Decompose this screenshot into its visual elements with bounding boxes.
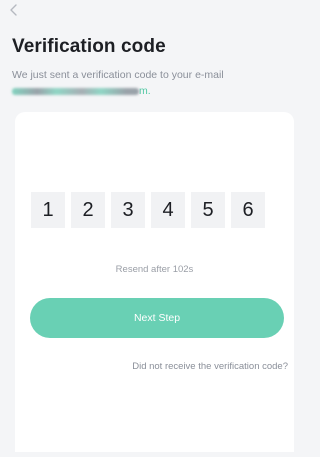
- next-step-button[interactable]: Next Step: [30, 298, 284, 338]
- code-digit-box[interactable]: 5: [191, 192, 225, 228]
- code-digit-box[interactable]: 2: [71, 192, 105, 228]
- verification-card: 1 2 3 4 5 6 Resend after 102s Next Step …: [15, 112, 294, 452]
- code-digit-box[interactable]: 4: [151, 192, 185, 228]
- code-input-row[interactable]: 1 2 3 4 5 6: [31, 192, 265, 228]
- resend-countdown: Resend after 102s: [115, 264, 194, 275]
- code-digit-box[interactable]: 6: [231, 192, 265, 228]
- code-digit-box[interactable]: 1: [31, 192, 65, 228]
- back-button[interactable]: [6, 2, 22, 18]
- chevron-left-icon: [10, 4, 17, 16]
- not-received-link[interactable]: Did not receive the verification code?: [132, 361, 288, 372]
- code-digit-box[interactable]: 3: [111, 192, 145, 228]
- email-suffix: m.: [139, 85, 151, 97]
- page-subtitle: We just sent a verification code to your…: [12, 69, 224, 81]
- email-redacted: [12, 87, 139, 95]
- email-address: m.: [12, 84, 151, 98]
- page-title: Verification code: [12, 36, 166, 57]
